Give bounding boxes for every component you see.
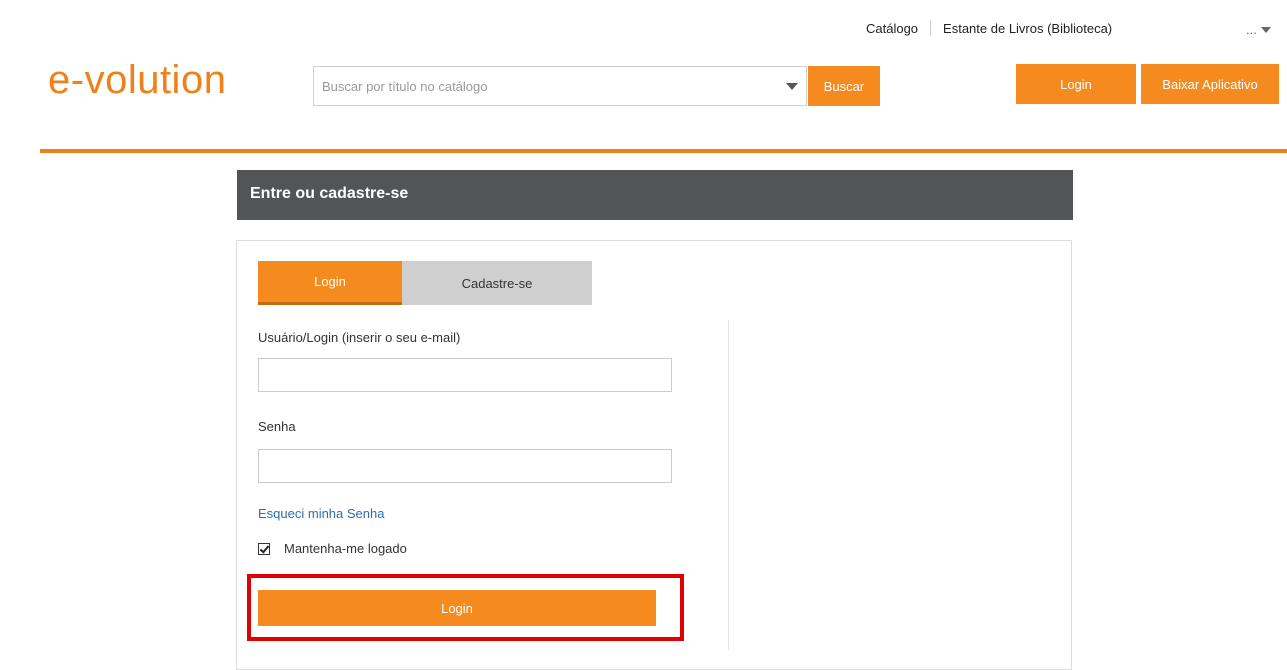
- remember-me: Mantenha-me logado: [258, 541, 407, 556]
- panel-column-divider: [728, 320, 729, 650]
- logo[interactable]: e-volution: [48, 58, 226, 103]
- login-submit-button[interactable]: Login: [258, 590, 656, 626]
- nav-separator: [930, 20, 932, 36]
- password-label: Senha: [258, 419, 296, 434]
- search-button[interactable]: Buscar: [808, 66, 880, 106]
- password-field[interactable]: [258, 449, 672, 483]
- user-menu-label: ...: [1246, 22, 1257, 37]
- user-menu[interactable]: ...: [1246, 22, 1271, 37]
- search-input[interactable]: [314, 67, 780, 105]
- nav-catalogo[interactable]: Catálogo: [866, 21, 918, 36]
- top-nav: Catálogo Estante de Livros (Biblioteca): [866, 20, 1112, 36]
- chevron-down-icon: [1260, 26, 1271, 33]
- remember-me-checkbox[interactable]: [258, 542, 270, 555]
- tab-cadastre-se[interactable]: Cadastre-se: [402, 261, 592, 305]
- username-field[interactable]: [258, 358, 672, 392]
- search-box: [313, 66, 807, 106]
- download-app-button[interactable]: Baixar Aplicativo: [1141, 64, 1279, 104]
- forgot-password-link[interactable]: Esqueci minha Senha: [258, 506, 384, 521]
- auth-tabs: Login Cadastre-se: [258, 261, 592, 305]
- header-login-button[interactable]: Login: [1016, 64, 1136, 104]
- dropdown-caret-icon[interactable]: [786, 83, 798, 90]
- header-divider: [40, 149, 1287, 153]
- nav-estante[interactable]: Estante de Livros (Biblioteca): [943, 21, 1112, 36]
- remember-me-label: Mantenha-me logado: [284, 541, 407, 556]
- username-label: Usuário/Login (inserir o seu e-mail): [258, 330, 461, 345]
- tab-login[interactable]: Login: [258, 261, 402, 305]
- panel-title: Entre ou cadastre-se: [237, 170, 1073, 220]
